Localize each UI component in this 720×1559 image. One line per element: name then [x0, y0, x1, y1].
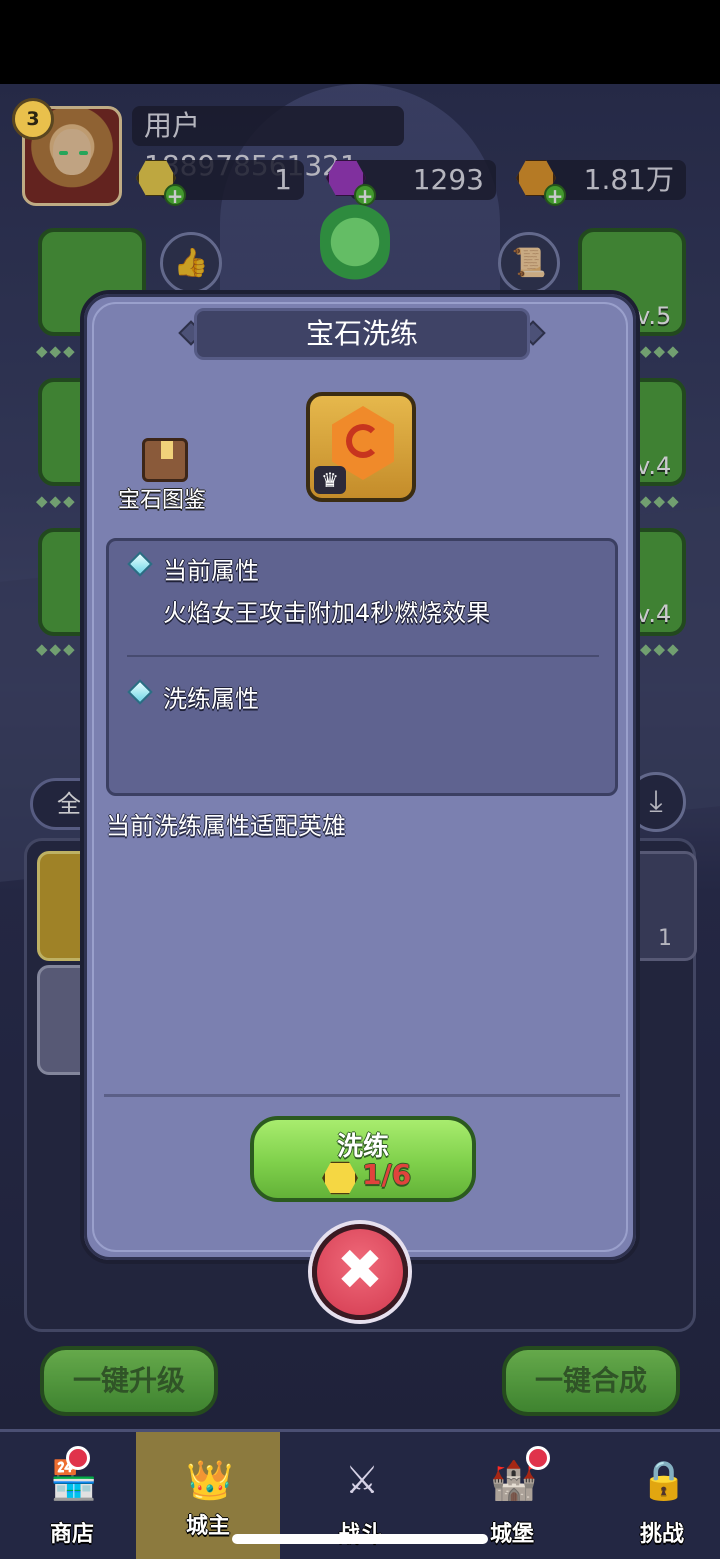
- refine-button[interactable]: 洗练 1/6: [250, 1116, 476, 1202]
- gem-codex-button[interactable]: 宝石图鉴: [112, 434, 212, 514]
- nav-shop[interactable]: 🏪 商店: [0, 1432, 144, 1559]
- notification-dot: [66, 1446, 90, 1470]
- refine-hint: 当前洗练属性适配英雄: [106, 812, 346, 840]
- codex-label: 宝石图鉴: [117, 488, 206, 513]
- refine-cost: 1/6: [362, 1158, 412, 1191]
- modal-title: 宝石洗练: [194, 308, 530, 360]
- crown-icon: ♛: [314, 466, 346, 494]
- diamond-icon: [127, 679, 153, 705]
- swirl-icon: [346, 424, 380, 458]
- attribute-panel: 当前属性 火焰女王攻击附加4秒燃烧效果 洗练属性: [106, 538, 618, 796]
- gem-card: ♛: [306, 392, 416, 502]
- close-button[interactable]: ✖: [312, 1224, 408, 1320]
- attribute-divider: [127, 655, 599, 657]
- notification-dot: [526, 1446, 550, 1470]
- bookmark-icon: [161, 441, 173, 459]
- diamond-icon: [127, 551, 153, 577]
- gem-refine-modal: 宝石洗练 宝石图鉴 ♛ 当前属性 火焰女王攻击附加4秒燃烧效果 洗练属性 当前洗…: [80, 290, 640, 1264]
- nav-challenge[interactable]: 🔒 挑战: [590, 1432, 720, 1559]
- footer-divider: [104, 1094, 620, 1097]
- nav-label: 商店: [49, 1522, 94, 1547]
- current-attribute-value: 火焰女王攻击附加4秒燃烧效果: [163, 599, 491, 627]
- lock-icon: 🔒: [640, 1458, 688, 1502]
- close-icon: ✖: [336, 1238, 384, 1303]
- current-attribute-title: 当前属性: [163, 557, 259, 585]
- coin-icon: [322, 1161, 358, 1195]
- refine-attribute-title: 洗练属性: [163, 685, 259, 713]
- swords-icon: ⚔: [344, 1458, 380, 1502]
- home-indicator[interactable]: [232, 1534, 488, 1544]
- status-bar: [0, 0, 720, 84]
- level-badge: 3: [12, 98, 54, 140]
- crown-icon: 👑: [186, 1458, 234, 1502]
- book-icon: [142, 438, 188, 482]
- nav-label: 挑战: [639, 1522, 684, 1547]
